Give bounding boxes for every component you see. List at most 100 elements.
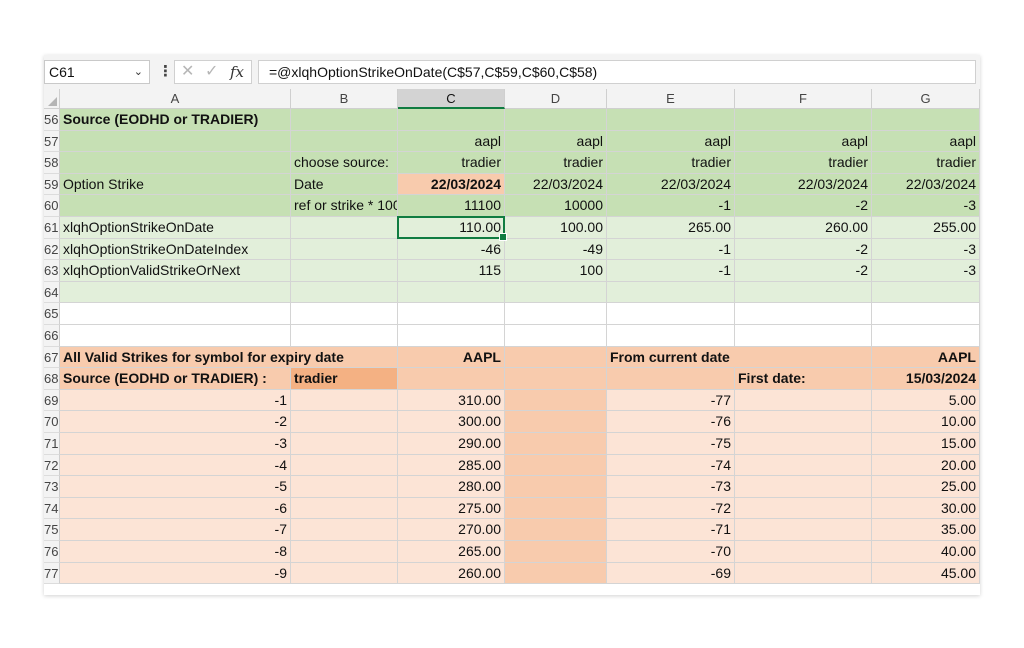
cell-c59[interactable]: 22/03/2024 bbox=[398, 173, 505, 196]
cell-b61[interactable] bbox=[291, 217, 398, 239]
cell-g58[interactable]: tradier bbox=[872, 152, 980, 174]
vertical-dots-icon[interactable]: ⋮ bbox=[158, 60, 173, 84]
cell-e72[interactable]: -74 bbox=[607, 454, 735, 477]
cell-f69[interactable] bbox=[735, 389, 872, 412]
cell-a62[interactable]: xlqhOptionStrikeOnDateIndex bbox=[60, 238, 291, 261]
row-header[interactable]: 61 bbox=[44, 217, 60, 239]
check-icon[interactable]: ✓ bbox=[205, 61, 218, 83]
cell-e68[interactable] bbox=[607, 368, 735, 390]
cell-f75[interactable] bbox=[735, 519, 872, 541]
select-all-corner[interactable] bbox=[44, 89, 60, 109]
cell-f76[interactable] bbox=[735, 541, 872, 563]
row-header[interactable]: 71 bbox=[44, 433, 60, 455]
cell-e60[interactable]: -1 bbox=[607, 195, 735, 217]
cell-a72[interactable]: -4 bbox=[60, 454, 291, 477]
cell-g69[interactable]: 5.00 bbox=[872, 389, 980, 412]
cell-b70[interactable] bbox=[291, 411, 398, 433]
cell-e59[interactable]: 22/03/2024 bbox=[607, 173, 735, 196]
cell-b68[interactable]: tradier bbox=[291, 368, 398, 390]
cell-f71[interactable] bbox=[735, 433, 872, 455]
cell-e63[interactable]: -1 bbox=[607, 260, 735, 282]
cell-e62[interactable]: -1 bbox=[607, 238, 735, 261]
cell-d60[interactable]: 10000 bbox=[505, 195, 607, 217]
row-header[interactable]: 66 bbox=[44, 325, 60, 347]
column-header-c[interactable]: C bbox=[398, 89, 505, 109]
cell-d73[interactable] bbox=[505, 476, 607, 498]
cell-e70[interactable]: -76 bbox=[607, 411, 735, 433]
column-header-e[interactable]: E bbox=[607, 89, 735, 109]
column-header-g[interactable]: G bbox=[872, 89, 980, 109]
cell-d75[interactable] bbox=[505, 519, 607, 541]
column-header-d[interactable]: D bbox=[505, 89, 607, 109]
cell-a64[interactable] bbox=[60, 281, 291, 304]
cell-e73[interactable]: -73 bbox=[607, 476, 735, 498]
cell-f74[interactable] bbox=[735, 497, 872, 520]
cell-g70[interactable]: 10.00 bbox=[872, 411, 980, 433]
cell-g64[interactable] bbox=[872, 281, 980, 304]
cell-f56[interactable] bbox=[735, 109, 872, 131]
row-header[interactable]: 58 bbox=[44, 152, 60, 174]
cell-e66[interactable] bbox=[607, 325, 735, 347]
cell-f77[interactable] bbox=[735, 562, 872, 585]
cell-b66[interactable] bbox=[291, 325, 398, 347]
cell-a66[interactable] bbox=[60, 325, 291, 347]
cell-f68[interactable]: First date: bbox=[735, 368, 872, 390]
cell-a63[interactable]: xlqhOptionValidStrikeOrNext bbox=[60, 260, 291, 282]
cell-d76[interactable] bbox=[505, 541, 607, 563]
fx-icon[interactable]: fx bbox=[230, 61, 244, 83]
row-header[interactable]: 69 bbox=[44, 389, 60, 412]
cell-b72[interactable] bbox=[291, 454, 398, 477]
cell-a75[interactable]: -7 bbox=[60, 519, 291, 541]
cell-f65[interactable] bbox=[735, 303, 872, 325]
cell-a77[interactable]: -9 bbox=[60, 562, 291, 585]
cell-b69[interactable] bbox=[291, 389, 398, 412]
cell-c60[interactable]: 11100 bbox=[398, 195, 505, 217]
cell-d71[interactable] bbox=[505, 433, 607, 455]
cell-c56[interactable] bbox=[398, 109, 505, 131]
cell-b65[interactable] bbox=[291, 303, 398, 325]
cell-b75[interactable] bbox=[291, 519, 398, 541]
cell-f67[interactable] bbox=[735, 346, 872, 369]
cell-e64[interactable] bbox=[607, 281, 735, 304]
row-header[interactable]: 70 bbox=[44, 411, 60, 433]
row-header[interactable]: 59 bbox=[44, 173, 60, 196]
cell-f57[interactable]: aapl bbox=[735, 130, 872, 153]
cell-e58[interactable]: tradier bbox=[607, 152, 735, 174]
cell-e75[interactable]: -71 bbox=[607, 519, 735, 541]
cell-d70[interactable] bbox=[505, 411, 607, 433]
cell-c74[interactable]: 275.00 bbox=[398, 497, 505, 520]
cell-g73[interactable]: 25.00 bbox=[872, 476, 980, 498]
cell-b57[interactable] bbox=[291, 130, 398, 153]
cell-d72[interactable] bbox=[505, 454, 607, 477]
cell-g56[interactable] bbox=[872, 109, 980, 131]
row-header[interactable]: 67 bbox=[44, 346, 60, 369]
cell-d65[interactable] bbox=[505, 303, 607, 325]
cell-d59[interactable]: 22/03/2024 bbox=[505, 173, 607, 196]
cell-d57[interactable]: aapl bbox=[505, 130, 607, 153]
cell-f70[interactable] bbox=[735, 411, 872, 433]
cell-g59[interactable]: 22/03/2024 bbox=[872, 173, 980, 196]
cell-e77[interactable]: -69 bbox=[607, 562, 735, 585]
cell-e76[interactable]: -70 bbox=[607, 541, 735, 563]
cell-f66[interactable] bbox=[735, 325, 872, 347]
chevron-down-icon[interactable]: ⌄ bbox=[134, 61, 143, 83]
row-header[interactable]: 77 bbox=[44, 562, 60, 585]
cell-f59[interactable]: 22/03/2024 bbox=[735, 173, 872, 196]
row-header[interactable]: 75 bbox=[44, 519, 60, 541]
cell-g66[interactable] bbox=[872, 325, 980, 347]
row-header[interactable]: 57 bbox=[44, 130, 60, 153]
cell-d66[interactable] bbox=[505, 325, 607, 347]
row-header[interactable]: 76 bbox=[44, 541, 60, 563]
cell-d58[interactable]: tradier bbox=[505, 152, 607, 174]
cell-a65[interactable] bbox=[60, 303, 291, 325]
cell-c68[interactable] bbox=[398, 368, 505, 390]
cell-g62[interactable]: -3 bbox=[872, 238, 980, 261]
cell-f73[interactable] bbox=[735, 476, 872, 498]
cell-e69[interactable]: -77 bbox=[607, 389, 735, 412]
row-header[interactable]: 64 bbox=[44, 281, 60, 304]
cell-a56[interactable]: Source (EODHD or TRADIER) bbox=[60, 109, 291, 131]
cell-b77[interactable] bbox=[291, 562, 398, 585]
cell-e56[interactable] bbox=[607, 109, 735, 131]
cell-d63[interactable]: 100 bbox=[505, 260, 607, 282]
cell-c66[interactable] bbox=[398, 325, 505, 347]
